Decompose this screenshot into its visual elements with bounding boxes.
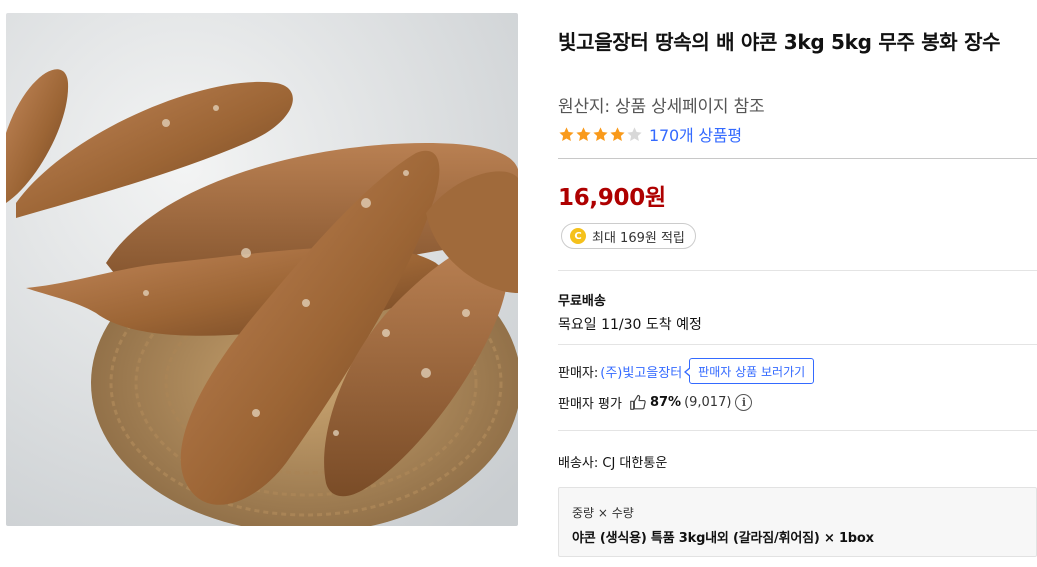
divider	[558, 270, 1037, 271]
seller-eval-count: (9,017)	[684, 394, 732, 410]
option-value: 야콘 (생식용) 특품 3kg내외 (갈라짐/휘어짐) × 1box	[572, 531, 874, 546]
thumbs-up-icon	[630, 394, 646, 410]
rating-row: 170개 상품평	[558, 123, 742, 145]
reward-badge: C 최대 169원 적립	[561, 223, 696, 249]
option-header: 중량 × 수량	[572, 506, 634, 520]
star-empty-icon	[627, 126, 642, 141]
seller-evaluation-row: 판매자 평가 87% (9,017) i	[558, 391, 753, 413]
price: 16,900원	[558, 185, 666, 211]
shipping-label: 무료배송	[558, 294, 606, 309]
reward-text: 최대 169원 적립	[592, 230, 685, 246]
seller-eval-percent: 87%	[649, 394, 682, 410]
arrival-date: 목요일 11/30 도착 예정	[558, 317, 702, 333]
product-image[interactable]	[6, 13, 518, 526]
star-icon	[610, 126, 625, 141]
courier-text: 배송사: CJ 대한통운	[558, 456, 668, 471]
product-title: 빛고을장터 땅속의 배 야콘 3kg 5kg 무주 봉화 장수	[558, 30, 1001, 54]
divider	[558, 344, 1037, 345]
seller-eval-label: 판매자 평가	[558, 396, 622, 412]
seller-name-link[interactable]: (주)빛고을장터	[600, 362, 682, 381]
view-seller-products-button[interactable]: 판매자 상품 보러가기	[684, 358, 815, 384]
rating-stars	[558, 126, 643, 143]
info-icon[interactable]: i	[735, 393, 753, 411]
star-icon	[576, 126, 591, 141]
divider	[558, 430, 1037, 431]
divider	[558, 158, 1037, 159]
seller-row: 판매자: (주)빛고을장터 판매자 상품 보러가기	[558, 358, 815, 384]
review-count-link[interactable]: 170개 상품평	[649, 122, 742, 146]
option-selector[interactable]: 중량 × 수량 야콘 (생식용) 특품 3kg내외 (갈라짐/휘어짐) × 1b…	[558, 487, 1037, 557]
coin-icon: C	[570, 228, 586, 244]
yacon-photo	[6, 13, 518, 526]
star-icon	[593, 126, 608, 141]
star-icon	[559, 126, 574, 141]
origin-text: 원산지: 상품 상세페이지 참조	[558, 97, 765, 117]
product-page: 빛고을장터 땅속의 배 야콘 3kg 5kg 무주 봉화 장수 원산지: 상품 …	[0, 0, 1037, 567]
seller-label: 판매자:	[558, 365, 599, 381]
product-info-panel: 빛고을장터 땅속의 배 야콘 3kg 5kg 무주 봉화 장수 원산지: 상품 …	[558, 0, 1037, 567]
